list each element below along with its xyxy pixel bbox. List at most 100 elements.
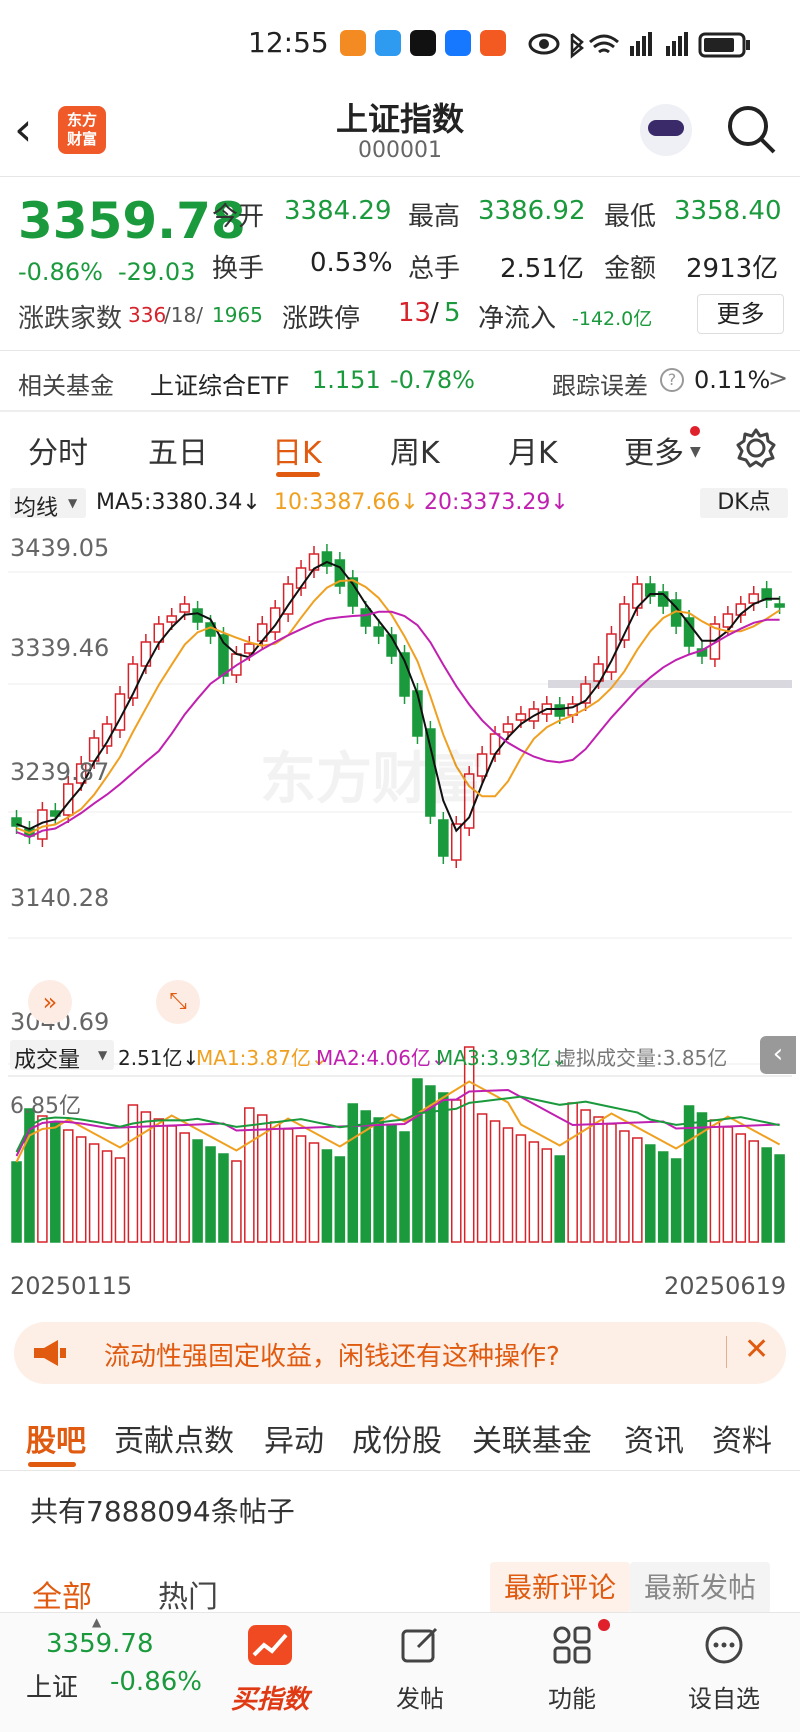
dropdown-arrow-icon: ▼	[690, 444, 701, 460]
open-value: 3384.29	[284, 196, 392, 226]
tracking-error-value: 0.11%	[694, 366, 771, 394]
tab-5day[interactable]: 五日	[148, 428, 208, 472]
volume-bar	[709, 1119, 721, 1243]
quote-panel: 3359.78 -0.86% -29.03 今开 3384.29 最高 3386…	[0, 176, 800, 336]
tab-news[interactable]: 资讯	[624, 1416, 684, 1460]
fullscreen-icon[interactable]: ⤡	[156, 980, 200, 1024]
inflow-value: -142.0亿	[572, 308, 653, 330]
volume-bar	[295, 1135, 307, 1243]
promo-banner[interactable]: 流动性强固定收益，闲钱还有这种操作? ✕	[14, 1322, 786, 1384]
tab-profile[interactable]: 资料	[712, 1416, 772, 1460]
y-tick-label: 3439.05	[10, 534, 110, 562]
volume-bar	[412, 1078, 423, 1243]
ma20-value: 20:3373.29↓	[424, 490, 569, 515]
dk-point-button[interactable]: DK点	[700, 488, 788, 518]
tab-related-funds[interactable]: 关联基金	[472, 1416, 592, 1460]
breadth-down: 1965	[212, 303, 263, 327]
volume-bar	[683, 1105, 695, 1243]
volume-bar	[438, 1092, 449, 1243]
chevron-right-icon: >	[768, 364, 789, 392]
inflow-label: 净流入	[478, 304, 557, 334]
volume-bar	[399, 1131, 410, 1243]
close-icon[interactable]: ✕	[744, 1332, 769, 1367]
settings-gear-icon[interactable]	[736, 428, 776, 468]
status-bar: 12:55	[0, 0, 800, 90]
search-icon[interactable]	[726, 104, 778, 156]
tab-daily-k[interactable]: 日K	[272, 428, 322, 472]
buy-index-button[interactable]: 买指数	[228, 1619, 312, 1719]
volume-indicator-label: 成交量	[14, 1048, 81, 1073]
post-label: 发帖	[396, 1685, 444, 1713]
tab-monthly-k[interactable]: 月K	[508, 428, 558, 472]
volume-bar	[619, 1130, 630, 1243]
volume-bar	[244, 1107, 255, 1243]
notification-dot	[598, 1619, 610, 1631]
ma10-value: 10:3387.66↓	[274, 490, 419, 515]
tiktok-icon	[410, 30, 436, 56]
function-label: 功能	[548, 1685, 596, 1713]
volume-value: 2.51亿	[500, 254, 584, 284]
post-button[interactable]: 发帖	[384, 1619, 456, 1719]
volume-bar	[528, 1141, 540, 1243]
volume-bar	[321, 1149, 333, 1243]
volume-bar	[50, 1122, 61, 1243]
volume-selector[interactable]: 成交量 ▼	[10, 1040, 114, 1073]
volume-bar	[37, 1115, 48, 1243]
tab-guba[interactable]: 股吧	[26, 1416, 86, 1460]
megaphone-icon	[34, 1340, 66, 1366]
filter-hot[interactable]: 热门	[158, 1572, 218, 1616]
y-tick-label: 3140.28	[10, 884, 110, 912]
volume-bar	[62, 1129, 74, 1243]
chart-up-icon	[248, 1625, 292, 1665]
change-value: -29.03	[118, 258, 196, 286]
turnover-label: 换手	[212, 254, 265, 284]
bottom-pct: -0.86%	[110, 1667, 202, 1697]
robot-assistant-icon[interactable]	[640, 104, 692, 156]
more-button[interactable]: 更多	[697, 294, 784, 334]
filter-all[interactable]: 全部	[32, 1572, 92, 1616]
alipay-icon	[445, 30, 471, 56]
sort-latest-comment[interactable]: 最新评论	[490, 1562, 630, 1614]
turnover-value: 0.53%	[310, 248, 393, 278]
bottom-bar: ▲ 3359.78 上证 -0.86% 买指数 发帖 功能 设自选	[0, 1612, 800, 1732]
bottom-price: 3359.78	[46, 1629, 154, 1659]
expand-left-icon[interactable]: »	[28, 980, 72, 1024]
header: ‹ 东方 财富 上证指数 000001	[0, 90, 800, 176]
tab-movement[interactable]: 异动	[264, 1416, 324, 1460]
candle	[179, 603, 190, 613]
breadth-up: 336	[128, 303, 167, 327]
tab-weekly-k[interactable]: 周K	[390, 428, 440, 472]
candle	[295, 567, 307, 589]
vol-ma2: MA2:4.06亿↓	[316, 1046, 448, 1070]
tab-constituents[interactable]: 成份股	[352, 1416, 442, 1460]
sort-latest-post[interactable]: 最新发帖	[630, 1562, 770, 1614]
virtual-volume: 虚拟成交量:3.85亿	[556, 1046, 728, 1070]
function-button[interactable]: 功能	[536, 1619, 610, 1719]
volume-bar	[334, 1156, 346, 1243]
vol-ma3: MA3:3.93亿↓	[436, 1046, 568, 1070]
related-fund-row[interactable]: 相关基金 上证综合ETF 1.151 -0.78% 跟踪误差 ? 0.11% >	[0, 352, 800, 410]
candlestick-chart[interactable]	[0, 524, 800, 1324]
help-icon[interactable]: ?	[660, 368, 684, 392]
ma-selector[interactable]: 均线 ▼	[10, 488, 86, 521]
volume-bar	[774, 1154, 785, 1243]
y-tick-label: 3339.46	[10, 634, 110, 662]
y-tick-label: 3239.87	[10, 758, 110, 786]
candle	[373, 626, 384, 637]
tab-contribution[interactable]: 贡献点数	[114, 1416, 234, 1460]
add-watchlist-button[interactable]: 设自选	[682, 1619, 766, 1719]
kline-chart-area[interactable]: 均线 ▼ MA5:3380.34↓ 10:3387.66↓ 20:3373.29…	[0, 484, 800, 1324]
limit-down: 5	[444, 298, 461, 328]
edit-icon	[401, 1627, 438, 1663]
change-pct: -0.86%	[18, 258, 103, 286]
volume-bar	[541, 1148, 553, 1243]
candle	[774, 603, 785, 608]
volume-bar	[282, 1128, 294, 1243]
ma-label: 均线	[14, 496, 59, 521]
notification-dot	[690, 426, 700, 436]
tab-more[interactable]: 更多	[624, 428, 684, 472]
collapse-panel-icon[interactable]: ‹	[760, 1036, 796, 1074]
tab-intraday[interactable]: 分时	[28, 428, 88, 472]
volume-bar	[554, 1155, 566, 1243]
volume-label: 总手	[408, 254, 461, 284]
